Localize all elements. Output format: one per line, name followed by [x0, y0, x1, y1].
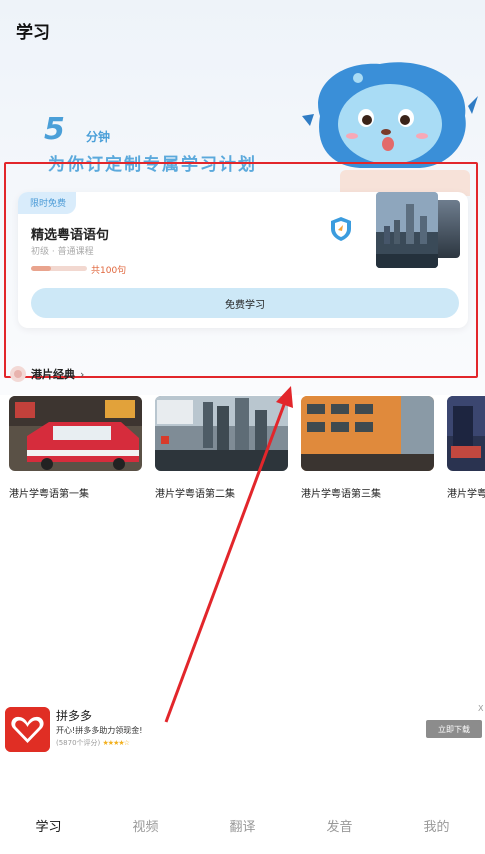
course-card[interactable]: 限时免费 精选粤语语句 初级 · 普通课程 共100句 免费学习	[18, 192, 468, 328]
page-title: 学习	[16, 23, 50, 43]
video-thumbnail	[9, 396, 142, 471]
lion-mascot-icon	[302, 62, 478, 169]
ad-download-button[interactable]: 立即下载	[426, 720, 482, 738]
video-title: 港片学粤语第三集	[301, 489, 381, 500]
ad-banner[interactable]: 拼多多 开心!拼多多助力领现金! (5870个评分) ★★★★☆ 立即下载 X	[0, 704, 485, 754]
ad-rating: (5870个评分) ★★★★☆	[56, 738, 130, 748]
nav-tab-translate[interactable]: 翻译	[194, 816, 291, 835]
shield-icon	[331, 217, 351, 241]
video-title: 港片学粤语第二集	[155, 489, 235, 500]
film-reel-icon	[10, 366, 26, 382]
free-badge: 限时免费	[18, 192, 77, 214]
section-title: 港片经典	[31, 368, 75, 381]
section-header-classic-films[interactable]: 港片经典 ›	[10, 366, 84, 382]
pinduoduo-logo-icon	[5, 707, 50, 752]
ad-app-name: 拼多多	[56, 709, 93, 723]
course-thumbnail	[376, 192, 438, 268]
bottom-navigation: 学习 视频 翻译 发音 我的	[0, 806, 485, 844]
nav-tab-study[interactable]: 学习	[0, 816, 97, 835]
ad-description: 开心!拼多多助力领现金!	[56, 726, 143, 735]
video-thumbnail	[447, 396, 485, 471]
nav-tab-video[interactable]: 视频	[97, 816, 194, 835]
promo-headline: 为你订定制专属学习计划	[48, 155, 257, 175]
video-item-3[interactable]: 港片学粤语第三集	[301, 396, 434, 500]
free-study-button[interactable]: 免费学习	[31, 288, 459, 318]
ad-close-icon[interactable]: X	[478, 704, 483, 713]
course-count-label: 共100句	[91, 266, 127, 276]
chevron-right-icon: ›	[80, 367, 85, 381]
video-title: 港片学粤语第一集	[9, 489, 89, 500]
video-item-4[interactable]: 港片学粤	[447, 396, 485, 500]
video-title: 港片学粤	[447, 489, 485, 500]
nav-tab-pronunciation[interactable]: 发音	[291, 816, 388, 835]
video-item-2[interactable]: 港片学粤语第二集	[155, 396, 288, 500]
video-thumbnail	[155, 396, 288, 471]
ad-rating-count: (5870个评分)	[56, 739, 101, 747]
promo-minutes-unit: 分钟	[86, 130, 111, 144]
video-list: 港片学粤语第一集 港片学粤语第二集 港片学粤语第三集 港片学粤	[9, 396, 485, 506]
course-title: 精选粤语语句	[31, 228, 110, 243]
course-subtitle: 初级 · 普通课程	[31, 247, 94, 257]
promo-minutes-number: 5	[44, 112, 66, 147]
video-item-1[interactable]: 港片学粤语第一集	[9, 396, 142, 500]
nav-tab-me[interactable]: 我的	[388, 816, 485, 835]
rating-stars-icon: ★★★★☆	[102, 739, 130, 747]
course-progress-bar	[31, 266, 87, 271]
course-progress-fill	[31, 266, 51, 271]
video-thumbnail	[301, 396, 434, 471]
